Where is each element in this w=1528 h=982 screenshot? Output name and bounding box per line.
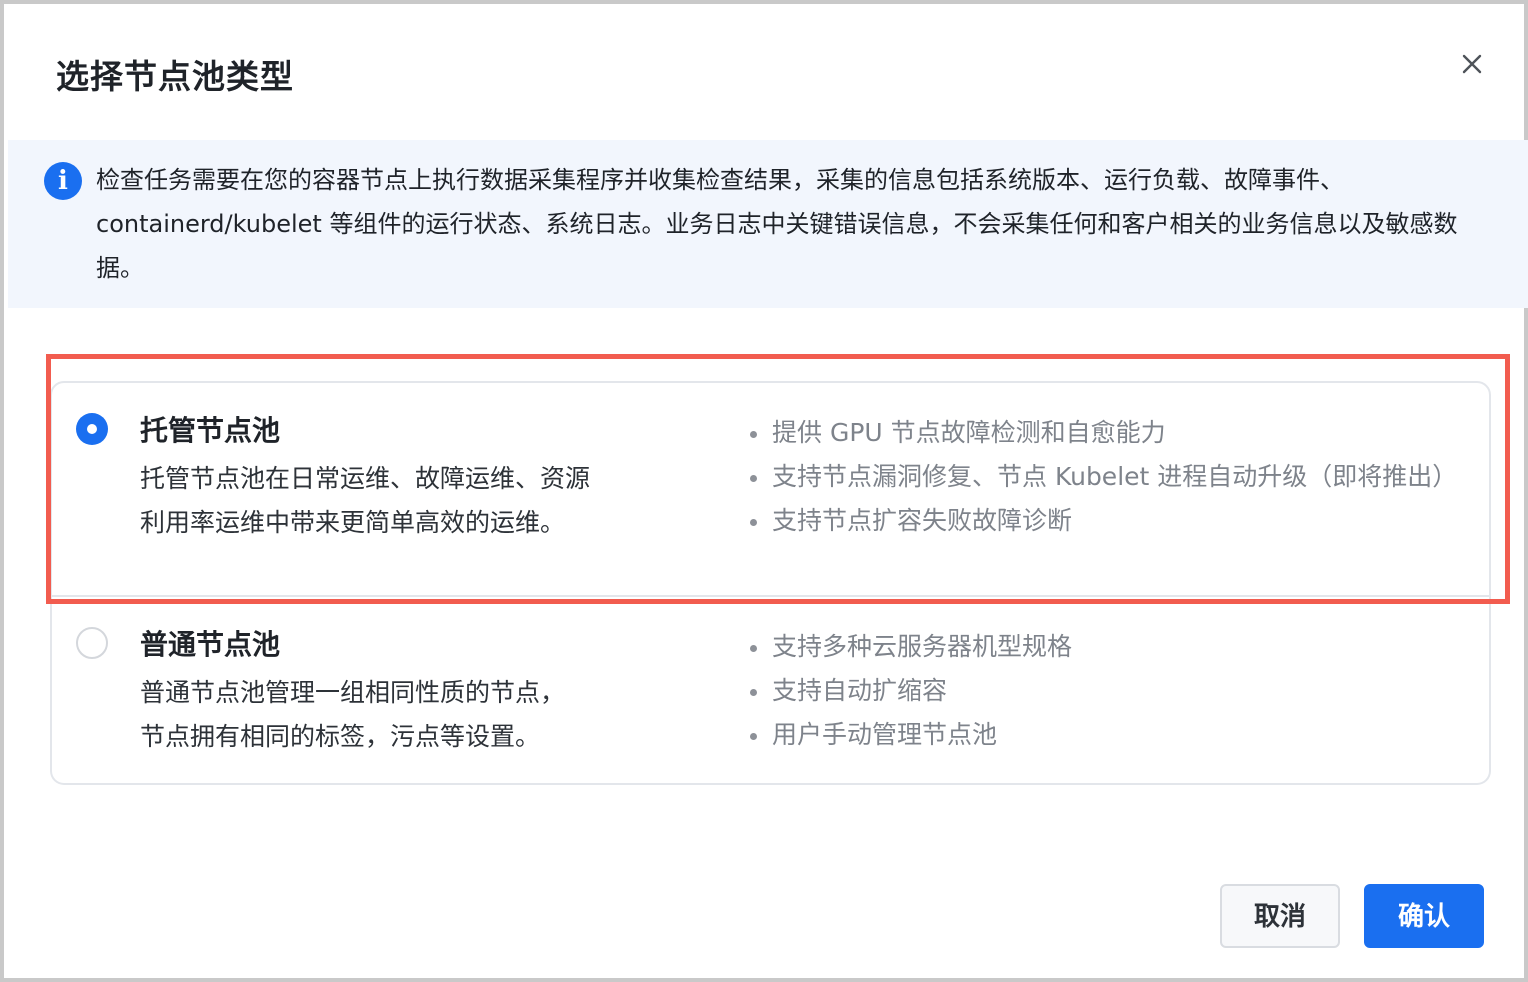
feature-list: 提供 GPU 节点故障检测和自愈能力 支持节点漏洞修复、节点 Kubelet 进… [746,411,1457,543]
option-title: 普通节点池 [140,628,281,661]
option-normal-node-pool[interactable]: 普通节点池 普通节点池管理一组相同性质的节点， 节点拥有相同的标签，污点等设置。… [50,597,1491,785]
radio-normal-node-pool[interactable] [76,627,108,659]
close-icon[interactable] [1452,44,1492,84]
select-node-pool-dialog: 选择节点池类型 i 检查任务需要在您的容器节点上执行数据采集程序并收集检查结果，… [0,0,1528,982]
confirm-button[interactable]: 确认 [1364,884,1484,948]
option-description-line: 普通节点池管理一组相同性质的节点， [140,678,566,707]
feature-item: 支持多种云服务器机型规格 [746,625,1072,669]
option-title: 托管节点池 [140,414,281,447]
option-description-line: 托管节点池在日常运维、故障运维、资源 [140,464,591,493]
radio-managed-node-pool[interactable] [76,413,108,445]
option-managed-node-pool[interactable]: 托管节点池 托管节点池在日常运维、故障运维、资源 利用率运维中带来更简单高效的运… [50,381,1491,597]
option-description: 托管节点池在日常运维、故障运维、资源 利用率运维中带来更简单高效的运维。 [140,457,700,545]
feature-item: 支持自动扩缩容 [746,669,1072,713]
option-description-line: 节点拥有相同的标签，污点等设置。 [140,722,541,751]
info-icon: i [44,162,82,200]
feature-item: 支持节点扩容失败故障诊断 [746,499,1457,543]
feature-item: 提供 GPU 节点故障检测和自愈能力 [746,411,1457,455]
notice-text: 检查任务需要在您的容器节点上执行数据采集程序并收集检查结果，采集的信息包括系统版… [96,166,1458,282]
option-description-line: 利用率运维中带来更简单高效的运维。 [140,508,566,537]
info-notice: i 检查任务需要在您的容器节点上执行数据采集程序并收集检查结果，采集的信息包括系… [8,140,1528,308]
cancel-button[interactable]: 取消 [1220,884,1340,948]
dialog-title: 选择节点池类型 [56,57,294,96]
option-description: 普通节点池管理一组相同性质的节点， 节点拥有相同的标签，污点等设置。 [140,671,700,759]
feature-item: 支持节点漏洞修复、节点 Kubelet 进程自动升级（即将推出） [746,455,1457,499]
feature-list: 支持多种云服务器机型规格 支持自动扩缩容 用户手动管理节点池 [746,625,1072,757]
feature-item: 用户手动管理节点池 [746,713,1072,757]
